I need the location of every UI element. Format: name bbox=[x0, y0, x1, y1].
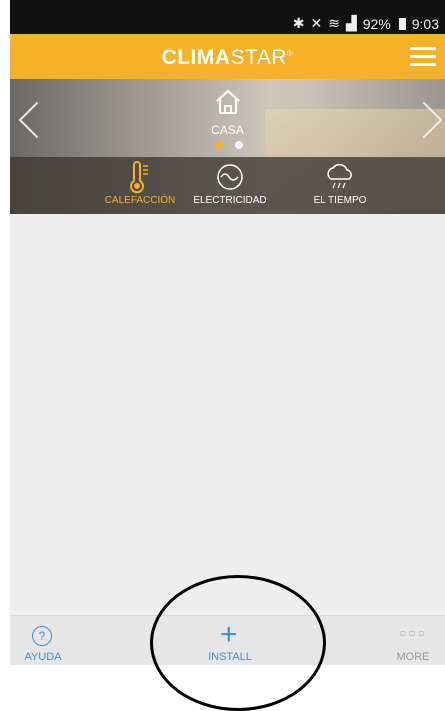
signal-icon: ▟ bbox=[345, 15, 357, 31]
thermometer-icon bbox=[130, 161, 148, 194]
brand-logo: CLIMASTAR® bbox=[161, 46, 294, 69]
location-carousel: CASA CALEFACCIÓN ELECTRICIDAD EL TIEMPO bbox=[10, 79, 445, 214]
help-icon: ? bbox=[32, 626, 52, 646]
more-icon: ○○○ bbox=[399, 626, 427, 640]
dot-inactive[interactable] bbox=[235, 141, 243, 149]
wifi-icon: ≋ bbox=[328, 15, 340, 31]
battery-icon bbox=[398, 17, 406, 30]
highlight-annotation bbox=[150, 575, 326, 711]
status-icons: ✱ ✕ ≋ ▟ 92% 9:03 bbox=[293, 15, 439, 32]
status-bar: ✱ ✕ ≋ ▟ 92% 9:03 bbox=[10, 0, 445, 34]
location-label: CASA bbox=[211, 123, 244, 137]
more-button[interactable]: ○○○ MORE bbox=[388, 616, 438, 665]
app-header: CLIMASTAR® bbox=[10, 34, 445, 79]
tab-el-tiempo[interactable]: EL TIEMPO bbox=[280, 157, 400, 214]
menu-icon[interactable] bbox=[410, 47, 436, 67]
app-screen: ✱ ✕ ≋ ▟ 92% 9:03 CLIMASTAR® CASA CALEFAC… bbox=[10, 0, 445, 665]
battery-text: 92% bbox=[362, 15, 391, 32]
home-icon bbox=[216, 89, 240, 114]
weather-icon bbox=[327, 164, 352, 189]
status-time: 9:03 bbox=[411, 15, 439, 32]
dot-active[interactable] bbox=[215, 141, 223, 149]
tab-electricidad[interactable]: ELECTRICIDAD bbox=[170, 157, 290, 214]
mute-icon: ✕ bbox=[310, 15, 323, 31]
carousel-dots bbox=[215, 141, 243, 149]
help-button[interactable]: ? AYUDA bbox=[18, 616, 68, 665]
electricity-icon bbox=[217, 164, 243, 190]
feature-tabs: CALEFACCIÓN ELECTRICIDAD EL TIEMPO bbox=[10, 157, 445, 214]
bluetooth-icon: ✱ bbox=[292, 15, 305, 31]
